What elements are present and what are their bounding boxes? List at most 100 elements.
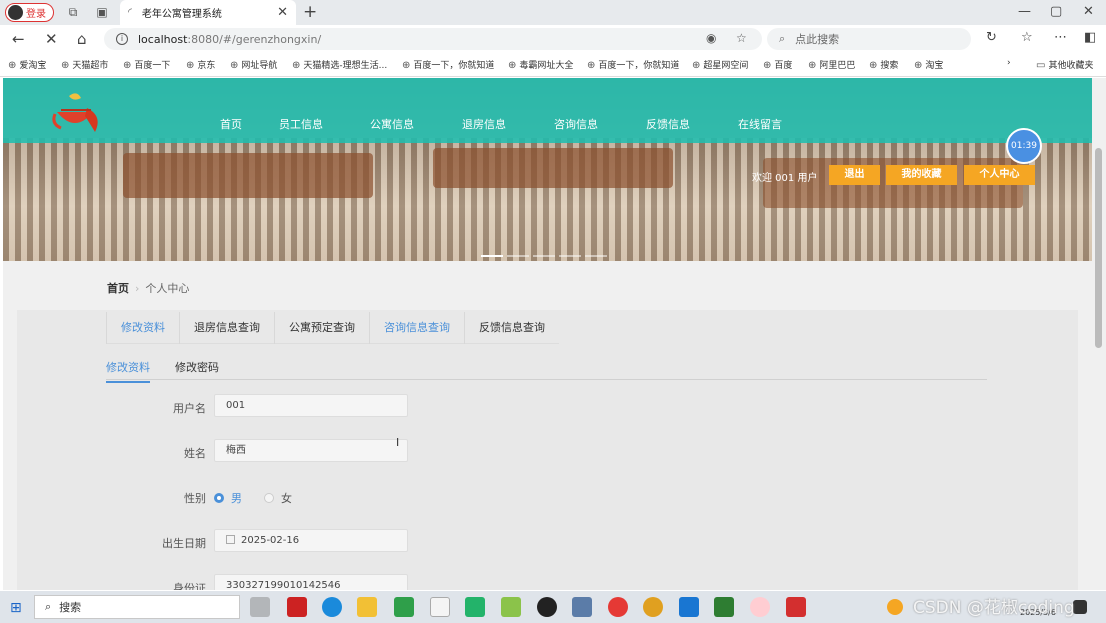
birth-date-picker[interactable]: 2025-02-16: [214, 529, 408, 552]
profile-center-button[interactable]: 个人中心: [964, 165, 1035, 185]
username-field[interactable]: 001: [214, 394, 408, 417]
close-window-icon[interactable]: ✕: [1083, 4, 1094, 19]
nav-apartment[interactable]: 公寓信息: [370, 116, 414, 132]
web-page: 首页 员工信息 公寓信息 退房信息 咨询信息 反馈信息 在线留言 01:39 欢…: [3, 78, 1092, 590]
site-info-icon[interactable]: i: [116, 33, 128, 45]
nav-staff[interactable]: 员工信息: [279, 116, 323, 132]
idcard-field[interactable]: 330327199010142546: [214, 574, 408, 590]
bookmark-item[interactable]: ⊕ 爱淘宝: [8, 58, 46, 71]
browser-tab[interactable]: ◜ 老年公寓管理系统 ✕: [120, 0, 296, 25]
idcard-row: 身份证 330327199010142546: [17, 574, 617, 590]
search-icon: ⌕: [779, 32, 786, 45]
browser-titlebar: 登录 ⧉ ▣ ◜ 老年公寓管理系统 ✕ + — ▢ ✕: [0, 0, 1106, 25]
other-bookmarks[interactable]: ▭ 其他收藏夹: [1036, 58, 1093, 71]
my-favorites-button[interactable]: 我的收藏: [886, 165, 957, 185]
edge-browser-icon[interactable]: [322, 597, 342, 617]
breadcrumb-current: 个人中心: [145, 282, 190, 295]
chevron-right-icon[interactable]: ›: [1007, 58, 1011, 68]
bookmark-item[interactable]: ⊕ 天猫精选-理想生活...: [292, 58, 387, 71]
app-icon[interactable]: [572, 597, 592, 617]
favorites-icon[interactable]: ☆: [1021, 30, 1033, 45]
nav-message[interactable]: 在线留言: [738, 116, 782, 132]
tab-actions-icon[interactable]: ▣: [95, 5, 109, 19]
tab-booking-query[interactable]: 公寓预定查询: [274, 312, 369, 344]
extensions-icon[interactable]: ↻: [986, 30, 997, 45]
gender-male-radio[interactable]: 男: [214, 490, 242, 506]
bookmark-item[interactable]: ⊕ 搜索: [869, 58, 898, 71]
bookmark-item[interactable]: ⊕ 阿里巴巴: [808, 58, 855, 71]
tab-edit-profile[interactable]: 修改资料: [106, 312, 179, 344]
bookmark-item[interactable]: ⊕ 百度: [763, 58, 792, 71]
more-icon[interactable]: ⋯: [1054, 30, 1067, 45]
subtab-change-password[interactable]: 修改密码: [175, 359, 219, 375]
favorite-star-icon[interactable]: ☆: [736, 31, 747, 45]
idcard-label: 身份证: [173, 582, 206, 590]
home-icon[interactable]: ⌂: [77, 30, 87, 48]
app-icon[interactable]: [750, 597, 770, 617]
chrome-icon[interactable]: [643, 597, 663, 617]
page-scrollbar[interactable]: [1092, 78, 1106, 590]
back-icon[interactable]: ←: [12, 30, 25, 48]
profile-login-button[interactable]: 登录: [5, 3, 54, 22]
qq-icon[interactable]: [537, 597, 557, 617]
bookmark-item[interactable]: ⊕ 百度一下: [123, 58, 170, 71]
nav-feedback[interactable]: 反馈信息: [646, 116, 690, 132]
translate-icon[interactable]: ◉: [706, 31, 716, 45]
browser-search-box[interactable]: ⌕ 点此搜索: [767, 28, 971, 50]
minimize-icon[interactable]: —: [1018, 4, 1031, 19]
tab-consult-query[interactable]: 咨询信息查询: [369, 312, 464, 344]
bookmark-item[interactable]: ⊕ 毒霸网址大全: [508, 58, 573, 71]
wps-icon[interactable]: [786, 597, 806, 617]
name-label: 姓名: [184, 447, 206, 460]
app-icon[interactable]: [287, 597, 307, 617]
nav-checkout[interactable]: 退房信息: [462, 116, 506, 132]
globe-icon: ⊕: [808, 60, 817, 71]
notepad-icon[interactable]: [430, 597, 450, 617]
globe-icon: ⊕: [230, 60, 239, 71]
notification-icon[interactable]: [1073, 600, 1087, 614]
tab-checkout-query[interactable]: 退房信息查询: [179, 312, 274, 344]
url-bar[interactable]: i localhost :8080/#/gerenzhongxin/ ◉ ☆: [104, 28, 762, 50]
name-field[interactable]: 梅西: [214, 439, 408, 462]
pycharm-icon[interactable]: [714, 597, 734, 617]
stop-icon[interactable]: ✕: [45, 30, 58, 48]
task-view-icon[interactable]: [250, 597, 270, 617]
netease-music-icon[interactable]: [608, 597, 628, 617]
workspaces-icon[interactable]: ⧉: [66, 5, 80, 19]
name-row: 姓名 梅西: [17, 439, 617, 463]
bookmark-item[interactable]: ⊕ 淘宝: [914, 58, 943, 71]
text-cursor-icon: I: [396, 436, 400, 449]
taskbar-search[interactable]: ⌕ 搜索: [34, 595, 240, 619]
maximize-icon[interactable]: ▢: [1050, 4, 1062, 19]
bookmark-item[interactable]: ⊕ 天猫超市: [61, 58, 108, 71]
file-explorer-icon[interactable]: [357, 597, 377, 617]
app-icon[interactable]: [679, 597, 699, 617]
app-icon[interactable]: [501, 597, 521, 617]
carousel-indicators[interactable]: [481, 247, 611, 260]
globe-icon: ⊕: [869, 60, 878, 71]
new-tab-icon[interactable]: +: [303, 2, 317, 22]
logout-button[interactable]: 退出: [829, 165, 880, 185]
nav-home[interactable]: 首页: [220, 116, 242, 132]
bookmark-item[interactable]: ⊕ 百度一下，你就知道: [402, 58, 494, 71]
gender-female-radio[interactable]: 女: [264, 490, 292, 506]
username-label: 用户名: [173, 402, 206, 415]
hbuilder-icon[interactable]: [394, 597, 414, 617]
tab-feedback-query[interactable]: 反馈信息查询: [464, 312, 559, 344]
windows-start-icon[interactable]: ⊞: [10, 600, 22, 616]
search-placeholder: 点此搜索: [795, 33, 840, 46]
close-tab-icon[interactable]: ✕: [277, 5, 288, 20]
tray-icon[interactable]: [887, 599, 903, 615]
loading-icon: ◜: [128, 7, 132, 18]
nav-consult[interactable]: 咨询信息: [554, 116, 598, 132]
sidebar-icon[interactable]: ◧: [1084, 30, 1096, 45]
calendar-icon: [226, 535, 235, 544]
profile-panel: 修改资料 退房信息查询 公寓预定查询 咨询信息查询 反馈信息查询 修改资料 修改…: [17, 310, 1078, 590]
bookmark-item[interactable]: ⊕ 网址导航: [230, 58, 277, 71]
bookmark-item[interactable]: ⊕ 百度一下，你就知道: [587, 58, 679, 71]
breadcrumb-home[interactable]: 首页: [107, 282, 129, 295]
wechat-icon[interactable]: [465, 597, 485, 617]
bookmark-item[interactable]: ⊕ 超星网空间: [692, 58, 748, 71]
bookmark-item[interactable]: ⊕ 京东: [186, 58, 215, 71]
subtab-edit-info[interactable]: 修改资料: [106, 359, 150, 383]
